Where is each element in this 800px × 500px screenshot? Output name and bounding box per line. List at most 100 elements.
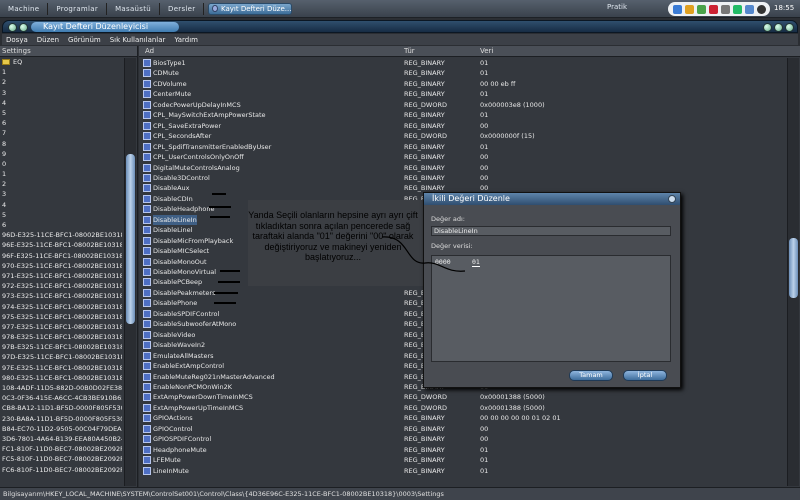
- tree-item[interactable]: 974-E325-11CE-BFC1-08002BE10318}: [0, 302, 122, 312]
- menu-file[interactable]: Dosya: [6, 36, 28, 44]
- tree-item[interactable]: 96E-E325-11CE-BFC1-08002BE10318}: [0, 240, 122, 250]
- tree-item[interactable]: 96D-E325-11CE-BFC1-08002BE10318}: [0, 230, 122, 240]
- menu-view[interactable]: Görünüm: [68, 36, 101, 44]
- value-name: DisableLinel: [153, 226, 193, 235]
- values-scrollbar[interactable]: [787, 58, 799, 486]
- dialog-title[interactable]: İkili Değeri Düzenle: [424, 193, 680, 205]
- display-icon[interactable]: [744, 4, 754, 14]
- tree-item[interactable]: FC1-810F-11D0-BEC7-08002BE2092F}: [0, 444, 122, 454]
- tree-item[interactable]: FC5-810F-11D0-BEC7-08002BE2092F}: [0, 454, 122, 464]
- value-row[interactable]: CDVolume REG_BINARY 00 00 eb ff: [139, 79, 784, 89]
- value-row[interactable]: Disable3DControl REG_BINARY 00: [139, 173, 784, 183]
- value-row[interactable]: CPL_SecondsAfter REG_DWORD 0x0000000f (15): [139, 131, 784, 141]
- value-row[interactable]: CPL_SaveExtraPower REG_BINARY 00: [139, 121, 784, 131]
- value-data: 00: [480, 153, 489, 162]
- tree-item[interactable]: 977-E325-11CE-BFC1-08002BE10318}: [0, 322, 122, 332]
- tree-item[interactable]: 973-E325-11CE-BFC1-08002BE10318}: [0, 291, 122, 301]
- tree-item[interactable]: 3: [0, 189, 122, 199]
- window-menu-icon[interactable]: [8, 23, 17, 32]
- tree-item[interactable]: 3: [0, 88, 122, 98]
- minimize-icon[interactable]: [763, 23, 772, 32]
- tree-item[interactable]: 230-BA8A-11D1-BF5D-0000F805F530}: [0, 414, 122, 424]
- tree-item[interactable]: 2: [0, 77, 122, 87]
- pin-icon[interactable]: [19, 23, 28, 32]
- tree-item[interactable]: 96F-E325-11CE-BFC1-08002BE10318}: [0, 251, 122, 261]
- messenger-icon[interactable]: [732, 4, 742, 14]
- tree-scroll-thumb[interactable]: [126, 154, 135, 324]
- values-scroll-thumb[interactable]: [789, 238, 798, 298]
- value-row[interactable]: CDMute REG_BINARY 01: [139, 68, 784, 78]
- ok-button[interactable]: Tamam: [569, 370, 613, 381]
- tree-item[interactable]: 978-E325-11CE-BFC1-08002BE10318}: [0, 332, 122, 342]
- tree-item[interactable]: 0C3-0F36-415E-A6CC-4CB3BE910B65}: [0, 393, 122, 403]
- value-row[interactable]: GPIOSPDIFControl REG_BINARY 00: [139, 434, 784, 444]
- tree-item[interactable]: 1: [0, 169, 122, 179]
- value-row[interactable]: CodecPowerUpDelayInMCS REG_DWORD 0x000003e…: [139, 100, 784, 110]
- tree-item[interactable]: 97E-E325-11CE-BFC1-08002BE10318}: [0, 363, 122, 373]
- value-row[interactable]: CPL_UserControlsOnlyOnOff REG_BINARY 00: [139, 152, 784, 162]
- menu-favorites[interactable]: Sık Kullanılanlar: [110, 36, 166, 44]
- taskbar-item-lessons[interactable]: Dersler: [162, 3, 201, 15]
- tree-item[interactable]: 975-E325-11CE-BFC1-08002BE10318}: [0, 312, 122, 322]
- taskbar-window-button[interactable]: Kayıt Defteri Düze...: [208, 2, 293, 15]
- value-row[interactable]: DigitalMuteControlsAnalog REG_BINARY 00: [139, 163, 784, 173]
- tree-item[interactable]: 5: [0, 108, 122, 118]
- close-icon[interactable]: [785, 23, 794, 32]
- value-row[interactable]: LFEMute REG_BINARY 01: [139, 455, 784, 465]
- value-row[interactable]: BiosType1 REG_BINARY 01: [139, 58, 784, 68]
- tree-item[interactable]: 6: [0, 220, 122, 230]
- value-row[interactable]: LineInMute REG_BINARY 01: [139, 466, 784, 476]
- value-row[interactable]: CPL_SpdifTransmitterEnabledByUser REG_BIN…: [139, 142, 784, 152]
- network-icon[interactable]: [672, 4, 682, 14]
- tree-item[interactable]: 0: [0, 159, 122, 169]
- column-value[interactable]: Veri: [480, 46, 493, 57]
- tree-item[interactable]: 1: [0, 67, 122, 77]
- value-row[interactable]: CPL_MaySwitchExtAmpPowerState REG_BINARY 0…: [139, 110, 784, 120]
- volume-icon[interactable]: [720, 4, 730, 14]
- data-bytes[interactable]: 01: [472, 258, 480, 267]
- taskbar-item-machine[interactable]: Machine: [2, 3, 45, 15]
- close-icon[interactable]: [668, 195, 676, 203]
- taskbar-item-programs[interactable]: Programlar: [50, 3, 104, 15]
- tree-item[interactable]: 4: [0, 98, 122, 108]
- update-icon[interactable]: [696, 4, 706, 14]
- menu-help[interactable]: Yardım: [174, 36, 198, 44]
- tree-item[interactable]: 97D-E325-11CE-BFC1-08002BE10318}: [0, 352, 122, 362]
- tree-scrollbar[interactable]: [124, 58, 136, 486]
- tree-item[interactable]: 108-4ADF-11D5-882D-00B0D02FE381}: [0, 383, 122, 393]
- value-row[interactable]: ExtAmpPowerDownTimeInMCS REG_DWORD 0x00001…: [139, 392, 784, 402]
- tree-folder-eq[interactable]: EQ: [0, 57, 122, 67]
- tree-item[interactable]: 971-E325-11CE-BFC1-08002BE10318}: [0, 271, 122, 281]
- tree-item[interactable]: 7: [0, 128, 122, 138]
- shield-icon[interactable]: [684, 4, 694, 14]
- cancel-button[interactable]: İptal: [623, 370, 667, 381]
- tree-item[interactable]: 9: [0, 149, 122, 159]
- tree-item[interactable]: 3D6-7801-4A64-B139-EEA80A450B24}: [0, 434, 122, 444]
- tree-item[interactable]: 980-E325-11CE-BFC1-08002BE10318}: [0, 373, 122, 383]
- tree-item[interactable]: 8: [0, 139, 122, 149]
- tree-item[interactable]: 6: [0, 118, 122, 128]
- tree-item[interactable]: CB8-BA12-11D1-BF5D-0000F805F530}: [0, 403, 122, 413]
- value-row[interactable]: GPIOActions REG_BINARY 00 00 00 00 00 01 0…: [139, 413, 784, 423]
- window-titlebar[interactable]: Kayıt Defteri Düzenleyicisi: [2, 20, 798, 33]
- tree-item[interactable]: 972-E325-11CE-BFC1-08002BE10318}: [0, 281, 122, 291]
- tree-item[interactable]: 5: [0, 210, 122, 220]
- tree-item[interactable]: 2: [0, 179, 122, 189]
- tree-item[interactable]: 97B-E325-11CE-BFC1-08002BE10318}: [0, 342, 122, 352]
- value-type: REG_BINARY: [404, 445, 445, 454]
- value-row[interactable]: HeadphoneMute REG_BINARY 01: [139, 445, 784, 455]
- tree-item[interactable]: B84-EC70-11D2-9505-00C04F79DEAF}: [0, 424, 122, 434]
- taskbar-item-desktop[interactable]: Masaüstü: [109, 3, 157, 15]
- value-row[interactable]: GPIOControl REG_BINARY 00: [139, 424, 784, 434]
- maximize-icon[interactable]: [774, 23, 783, 32]
- value-row[interactable]: CenterMute REG_BINARY 01: [139, 89, 784, 99]
- tree-item[interactable]: 970-E325-11CE-BFC1-08002BE10318}: [0, 261, 122, 271]
- value-row[interactable]: ExtAmpPowerUpTimeInMCS REG_DWORD 0x0000138…: [139, 403, 784, 413]
- taskbar-pratik[interactable]: Pratik: [607, 3, 627, 11]
- column-type[interactable]: Tür: [404, 46, 415, 57]
- column-name[interactable]: Ad: [145, 46, 154, 57]
- menu-edit[interactable]: Düzen: [37, 36, 59, 44]
- tree-item[interactable]: FC6-810F-11D0-BEC7-08002BE2092F}: [0, 465, 122, 475]
- tree-item[interactable]: 4: [0, 200, 122, 210]
- antivirus-icon[interactable]: [708, 4, 718, 14]
